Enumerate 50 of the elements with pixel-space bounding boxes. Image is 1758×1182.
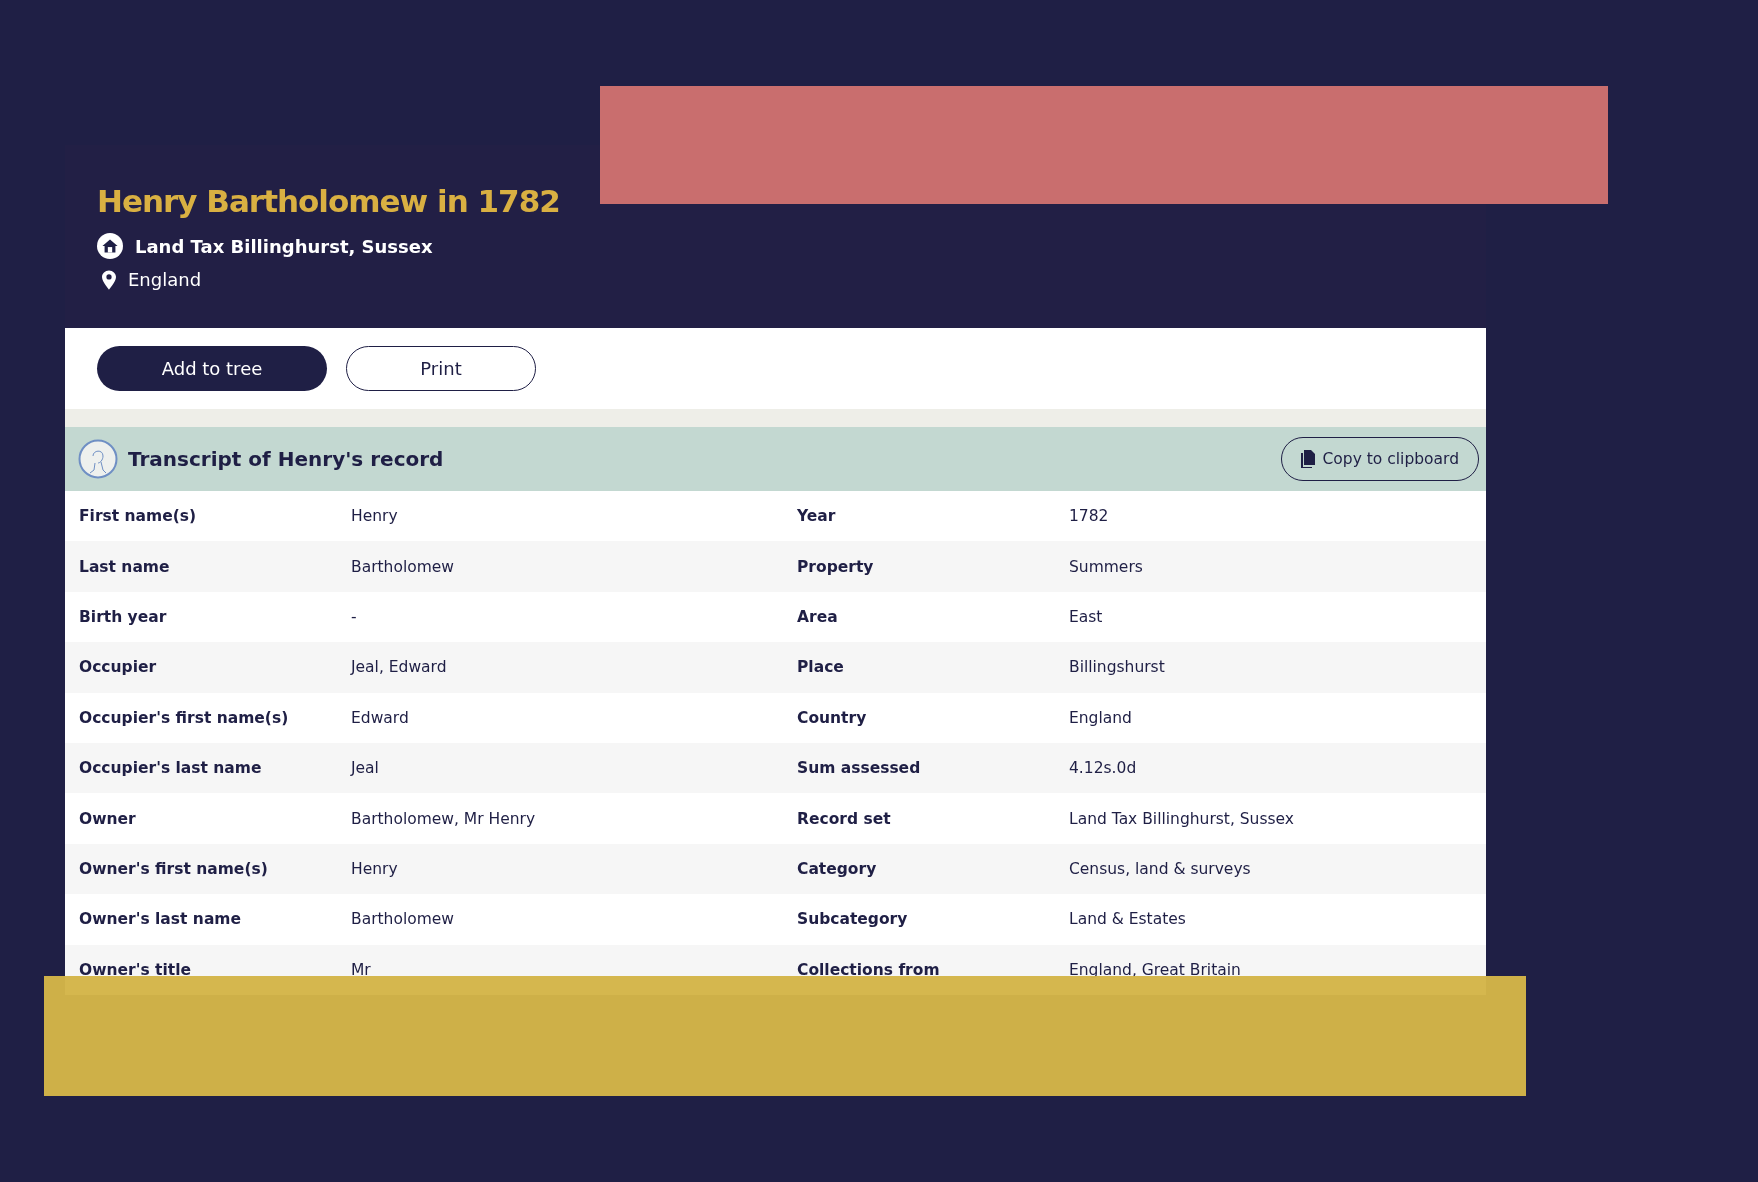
field-value: 4.12s.0d (1069, 759, 1138, 778)
field-label: Owner's title (79, 960, 192, 979)
location-pin-icon (102, 269, 116, 290)
field-value: Bartholomew (351, 910, 455, 929)
field-label: Occupier's first name(s) (79, 708, 290, 727)
field-value: Henry (351, 507, 399, 526)
field-label: Occupier's last name (79, 759, 263, 778)
field-value: Mr (351, 960, 372, 979)
field-value: 1782 (1069, 507, 1110, 526)
field-value: England, Great Britain (1069, 960, 1242, 979)
field-label: Birth year (79, 607, 168, 626)
field-value: Summers (1069, 557, 1144, 576)
field-label: Area (797, 607, 839, 626)
field-value: Bartholomew, Mr Henry (351, 809, 537, 828)
field-value: East (1069, 607, 1104, 626)
field-label: First name(s) (79, 507, 198, 526)
field-label: Occupier (79, 658, 158, 677)
field-value: Land Tax Billinghurst, Sussex (1069, 809, 1296, 828)
field-label: Property (797, 557, 875, 576)
field-value: Henry (351, 859, 399, 878)
field-value: Billingshurst (1069, 658, 1166, 677)
house-icon (97, 233, 123, 259)
transcript-title: Transcript of Henry's record (128, 447, 445, 471)
field-label: Subcategory (797, 910, 909, 929)
document-icon (1300, 450, 1315, 468)
field-value: Bartholomew (351, 557, 455, 576)
field-value: Land & Estates (1069, 910, 1187, 929)
field-label: Record set (797, 809, 892, 828)
print-button[interactable]: Print (346, 346, 536, 391)
field-value: Jeal (351, 759, 380, 778)
record-set-label: Land Tax Billinghurst, Sussex (135, 235, 433, 257)
field-label: Category (797, 859, 878, 878)
field-value: Jeal, Edward (351, 658, 448, 677)
location-label: England (128, 269, 202, 290)
field-label: Sum assessed (797, 759, 922, 778)
field-label: Country (797, 708, 868, 727)
field-value: Edward (351, 708, 410, 727)
field-value: - (351, 607, 358, 626)
field-label: Year (797, 507, 837, 526)
page-title: Henry Bartholomew in 1782 (97, 183, 561, 219)
field-label: Last name (79, 557, 171, 576)
add-to-tree-button[interactable]: Add to tree (97, 346, 327, 391)
field-label: Place (797, 658, 845, 677)
person-sketch-icon (78, 439, 118, 479)
field-label: Owner (79, 809, 137, 828)
field-value: Census, land & surveys (1069, 859, 1252, 878)
field-label: Owner's first name(s) (79, 859, 269, 878)
field-value: England (1069, 708, 1133, 727)
field-label: Collections from (797, 960, 941, 979)
field-label: Owner's last name (79, 910, 243, 929)
